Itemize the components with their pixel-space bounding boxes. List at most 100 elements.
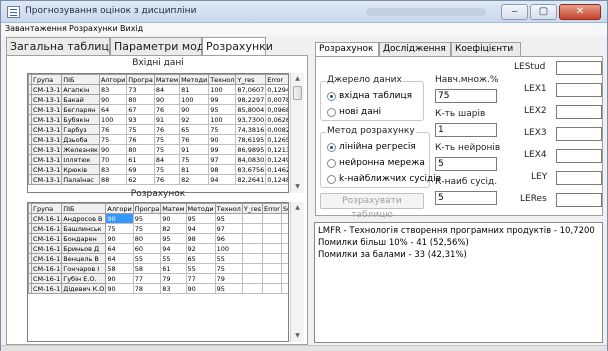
table-cell[interactable] (280, 243, 288, 254)
table-cell[interactable]: СМ-16-1 (30, 253, 63, 264)
table-row[interactable]: СМ-13-1 Крюків 83 69 75 81 98 83,6756 0,1462 (28, 164, 288, 175)
table-cell[interactable] (241, 223, 263, 234)
table-cell[interactable]: СМ-16-1 (30, 233, 63, 244)
table-cell[interactable]: 83 (98, 164, 128, 175)
table-cell[interactable]: 90 (98, 94, 128, 105)
table-cell[interactable]: 90 (98, 144, 128, 155)
table-cell[interactable]: 76 (126, 134, 155, 145)
column-header[interactable]: ПІБ (61, 74, 100, 85)
column-header[interactable]: Група (30, 203, 63, 214)
column-header[interactable]: Матем (153, 74, 181, 85)
table-cell[interactable]: 60 (132, 243, 162, 254)
table-cell[interactable]: 86,9895 (235, 144, 267, 155)
table-row[interactable]: СМ-16-1 Андросов В 90 95 90 95 95 (28, 213, 288, 224)
table-cell[interactable]: 90 (208, 134, 237, 145)
table-cell[interactable]: 90 (105, 273, 134, 284)
menu-load[interactable]: Завантаження (5, 24, 67, 33)
table-cell[interactable]: 58 (132, 263, 162, 274)
column-header[interactable]: Програ (132, 203, 162, 214)
table-cell[interactable]: 0,1249 (265, 154, 288, 165)
table-row[interactable]: СМ-13-1 Железняк 90 80 75 91 99 86,9895 0,1213 (28, 144, 288, 155)
radio-neural-network[interactable]: нейронна мережа (327, 158, 425, 168)
table-cell[interactable]: 69 (126, 164, 155, 175)
scroll-down-arrow-icon[interactable]: ▼ (291, 330, 304, 342)
table-cell[interactable]: 99 (208, 144, 237, 155)
table-cell[interactable]: 80 (132, 233, 162, 244)
table-cell[interactable]: Гарбуз (61, 124, 100, 135)
table-cell[interactable]: 75 (132, 223, 162, 234)
table-cell[interactable]: 76 (179, 134, 210, 145)
table-cell[interactable]: 83 (160, 283, 187, 294)
table-cell[interactable]: 90 (105, 283, 134, 294)
table-cell[interactable]: Бриньов Д (61, 243, 107, 254)
table-cell[interactable]: 90 (153, 94, 181, 105)
column-header[interactable]: Технол (214, 203, 243, 214)
table-cell[interactable] (280, 283, 288, 294)
table-cell[interactable]: 95 (208, 104, 237, 115)
table-cell[interactable] (241, 273, 263, 284)
table-cell[interactable]: Железняк (61, 144, 100, 155)
table-cell[interactable] (280, 273, 288, 284)
table-cell[interactable]: 100 (179, 94, 210, 105)
table-cell[interactable]: 93 (126, 114, 155, 125)
table-cell[interactable]: 99 (208, 94, 237, 105)
table-cell[interactable]: 61 (126, 154, 155, 165)
table-cell[interactable]: 0,0078 (265, 94, 288, 105)
table-cell[interactable]: 0,1248 (265, 174, 288, 185)
table-cell[interactable]: Бегларян (61, 104, 100, 115)
table-cell[interactable]: Башлинськ (61, 223, 107, 234)
table-cell[interactable]: 100 (98, 114, 128, 125)
table-cell[interactable] (280, 233, 288, 244)
table-cell[interactable]: 91 (179, 144, 210, 155)
table-cell[interactable] (261, 233, 282, 244)
table-cell[interactable]: СМ-16-1 (30, 223, 63, 234)
minimize-button[interactable]: ‒ (501, 4, 528, 20)
calc-grid[interactable]: Група ПІБ Алгори Програ Матем Методи Технол Y_r… (27, 202, 289, 342)
table-cell[interactable] (241, 263, 263, 274)
table-cell[interactable] (261, 283, 282, 294)
table-row[interactable]: СМ-13-1 Агапкін 83 73 84 81 100 87,0607 0,1294 (28, 84, 288, 95)
column-header[interactable]: ПІБ (61, 203, 107, 214)
table-cell[interactable]: 67 (126, 104, 155, 115)
table-cell[interactable]: 98,2297 (235, 94, 267, 105)
table-cell[interactable]: Дідевич К.О (61, 283, 107, 294)
table-cell[interactable]: СМ-16-1 (30, 243, 63, 254)
table-cell[interactable]: СМ-13-1 (30, 174, 63, 185)
tab-coefficients[interactable]: Коефіцієнти (451, 42, 521, 56)
table-cell[interactable]: СМ-13-1 (30, 154, 63, 165)
table-cell[interactable]: Дзьоба (61, 134, 100, 145)
table-cell[interactable]: Бондарен (61, 233, 107, 244)
column-header[interactable]: Методи (179, 74, 210, 85)
table-cell[interactable]: СМ-13-1 (30, 144, 63, 155)
table-cell[interactable]: 64 (105, 243, 134, 254)
column-header[interactable]: Алгори (105, 203, 134, 214)
table-cell[interactable]: 95 (214, 283, 243, 294)
scroll-thumb[interactable] (293, 86, 302, 100)
table-cell[interactable]: 77 (185, 273, 216, 284)
table-cell[interactable]: 83 (98, 84, 128, 95)
table-cell[interactable]: 0,0968 (265, 104, 288, 115)
table-cell[interactable] (280, 223, 288, 234)
table-cell[interactable]: 91 (153, 114, 181, 125)
table-cell[interactable]: 65 (185, 253, 216, 264)
table-row[interactable]: СМ-16-1 Бриньов Д 64 60 94 92 100 (28, 243, 288, 254)
table-cell[interactable]: 61 (160, 263, 187, 274)
column-header[interactable]: Y_res (235, 74, 267, 85)
radio-input-table[interactable]: вхідна таблиця (327, 91, 412, 101)
tab-calculations[interactable]: Розрахунки (202, 37, 273, 57)
lex4-field[interactable] (556, 149, 602, 163)
table-cell[interactable]: 92 (179, 114, 210, 125)
table-row[interactable]: СМ-13-1 Палаїнас 88 62 76 82 94 82,2641 0,1248 (28, 174, 288, 185)
table-cell[interactable]: 70 (98, 154, 128, 165)
table-cell[interactable]: 76 (153, 104, 181, 115)
table-cell[interactable] (241, 213, 263, 224)
table-cell[interactable] (241, 283, 263, 294)
radio-linear-regression[interactable]: лінійна регресія (327, 142, 416, 152)
table-cell[interactable] (261, 213, 282, 224)
table-cell[interactable]: 76 (98, 124, 128, 135)
table-cell[interactable]: 79 (160, 273, 187, 284)
table-cell[interactable]: 90 (160, 213, 187, 224)
table-cell[interactable]: 0,0626 (265, 114, 288, 125)
lex3-field[interactable] (556, 127, 602, 141)
menu-exit[interactable]: Вихід (120, 24, 143, 33)
